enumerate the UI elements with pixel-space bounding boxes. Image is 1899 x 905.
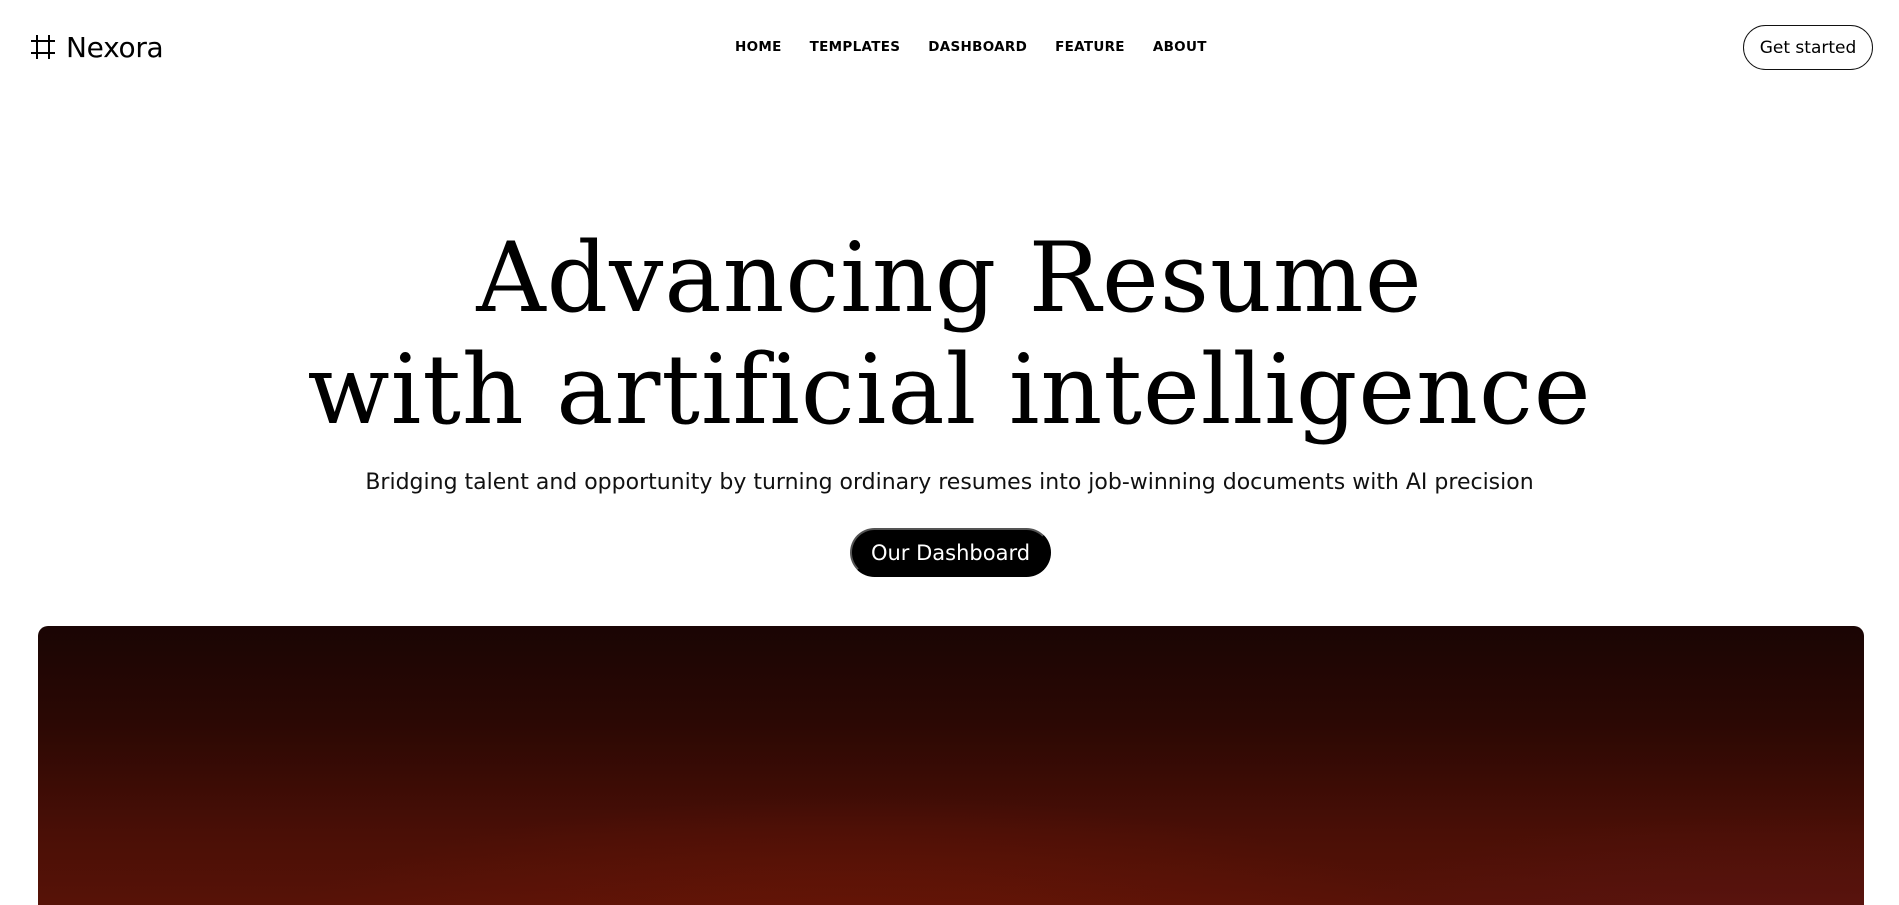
nav-item-dashboard[interactable]: DASHBOARD <box>928 39 1027 55</box>
our-dashboard-button[interactable]: Our Dashboard <box>850 528 1051 577</box>
get-started-button[interactable]: Get started <box>1743 25 1873 70</box>
nav-item-templates[interactable]: TEMPLATES <box>810 39 901 55</box>
main-nav: HOME TEMPLATES DASHBOARD FEATURE ABOUT <box>735 36 1207 58</box>
nav-item-home[interactable]: HOME <box>735 39 782 55</box>
hero-title-line-1: Advancing Resume <box>476 222 1423 334</box>
hero-title: Advancing Resume with artificial intelli… <box>0 222 1899 446</box>
landing-page: Nexora HOME TEMPLATES DASHBOARD FEATURE … <box>0 0 1899 905</box>
hero-showcase-panel <box>38 626 1864 905</box>
grid-hash-icon <box>31 35 55 59</box>
brand-logo-link[interactable]: Nexora <box>30 28 164 66</box>
brand-name: Nexora <box>66 30 164 64</box>
nav-item-about[interactable]: ABOUT <box>1153 39 1207 55</box>
hero-subtitle: Bridging talent and opportunity by turni… <box>365 470 1534 495</box>
site-header: Nexora HOME TEMPLATES DASHBOARD FEATURE … <box>0 0 1899 96</box>
nav-item-feature[interactable]: FEATURE <box>1055 39 1125 55</box>
hero-title-line-2: with artificial intelligence <box>307 334 1592 446</box>
